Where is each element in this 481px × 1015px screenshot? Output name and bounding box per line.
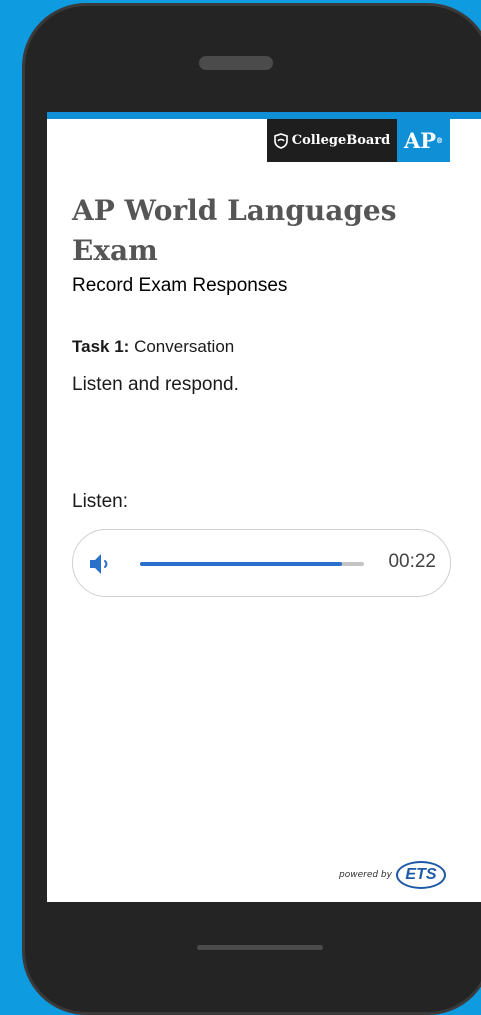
collegeboard-label: CollegeBoard: [291, 133, 391, 148]
powered-by-ets: powered by ETS: [339, 861, 446, 889]
page-subtitle: Record Exam Responses: [72, 275, 288, 296]
collegeboard-logo: CollegeBoard: [267, 119, 397, 162]
task-label: Task 1:: [72, 337, 130, 356]
task-instruction: Listen and respond.: [72, 374, 239, 395]
audio-player: 00:22: [72, 529, 451, 597]
ets-label: ETS: [405, 866, 437, 883]
app-screen: CollegeBoard AP ® AP World Languages Exam…: [47, 112, 481, 902]
task-name: Conversation: [134, 337, 235, 356]
ap-registered-mark: ®: [436, 136, 444, 145]
powered-by-label: powered by: [339, 870, 392, 880]
collegeboard-shield-icon: [273, 132, 288, 149]
phone-speaker: [199, 56, 273, 70]
volume-icon[interactable]: [89, 552, 111, 581]
page-title: AP World Languages Exam: [72, 194, 397, 267]
ap-label: AP: [403, 128, 437, 153]
audio-progress-track[interactable]: [140, 562, 364, 566]
listen-label: Listen:: [72, 491, 128, 512]
ets-logo: ETS: [395, 861, 446, 889]
task-heading: Task 1: Conversation: [72, 337, 234, 357]
ap-logo: AP ®: [397, 119, 450, 162]
audio-time: 00:22: [388, 551, 436, 572]
audio-progress-fill: [140, 562, 342, 566]
brand-header: CollegeBoard AP ®: [267, 119, 450, 162]
home-indicator[interactable]: [197, 945, 323, 950]
